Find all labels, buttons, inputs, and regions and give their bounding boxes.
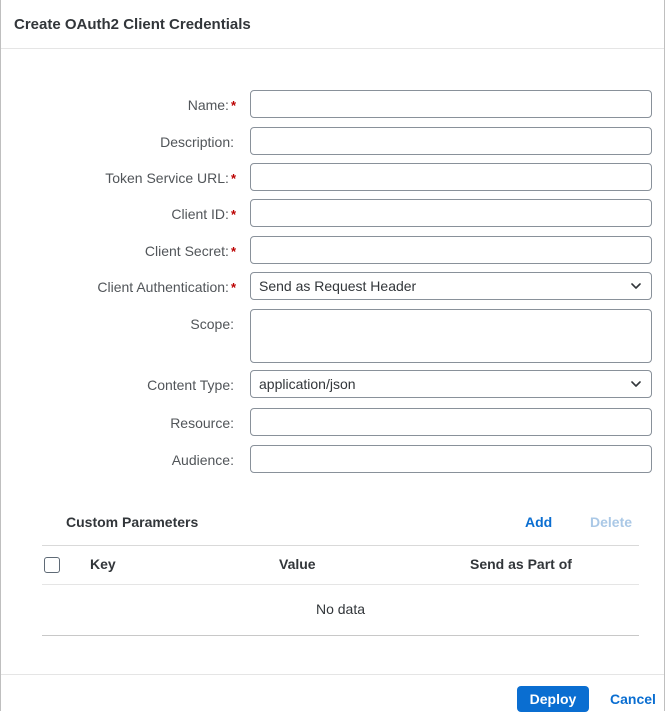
table-header: Key Value Send as Part of [42, 545, 639, 585]
table-empty-message: No data [42, 583, 639, 636]
client-id-field[interactable] [250, 199, 652, 227]
client-authentication-select[interactable]: Send as Request Header [250, 272, 652, 300]
client-secret-row: Client Secret: * [1, 236, 664, 266]
dialog-footer: Deploy Cancel [1, 674, 664, 712]
add-parameter-button[interactable]: Add [525, 514, 552, 530]
resource-field[interactable] [250, 408, 652, 436]
token-service-url-label: Token Service URL: * [105, 170, 236, 186]
deploy-button[interactable]: Deploy [517, 686, 589, 712]
audience-field[interactable] [250, 445, 652, 473]
client-authentication-value: Send as Request Header [259, 278, 417, 294]
delete-parameter-button[interactable]: Delete [590, 514, 632, 530]
name-row: Name: * [1, 90, 664, 120]
content-type-row: Content Type: application/json [1, 370, 664, 400]
required-marker: * [230, 206, 236, 222]
required-marker: * [230, 97, 236, 113]
required-marker: * [230, 279, 236, 295]
column-header-send-as-part-of: Send as Part of [470, 556, 572, 572]
dialog-header: Create OAuth2 Client Credentials [1, 0, 664, 49]
content-type-value: application/json [259, 376, 356, 392]
resource-row: Resource: [1, 408, 664, 438]
client-secret-label: Client Secret: * [144, 243, 236, 259]
content-type-select[interactable]: application/json [250, 370, 652, 398]
description-field[interactable] [250, 127, 652, 155]
dialog-title: Create OAuth2 Client Credentials [14, 15, 251, 33]
chevron-down-icon [631, 381, 641, 387]
resource-label: Resource: [170, 415, 234, 431]
name-field[interactable] [250, 90, 652, 118]
cancel-button[interactable]: Cancel [601, 686, 665, 712]
audience-label: Audience: [171, 452, 234, 468]
token-service-url-field[interactable] [250, 163, 652, 191]
description-label: Description: [160, 134, 234, 150]
required-marker: * [230, 243, 236, 259]
client-secret-field[interactable] [250, 236, 652, 264]
required-marker: * [230, 170, 236, 186]
scope-field[interactable] [250, 309, 652, 363]
audience-row: Audience: [1, 445, 664, 475]
oauth2-dialog: Create OAuth2 Client Credentials Name: * … [0, 0, 665, 712]
scope-row: Scope: [1, 309, 664, 363]
content-type-label: Content Type: [147, 377, 234, 393]
client-authentication-row: Client Authentication: * Send as Request … [1, 272, 664, 302]
token-service-url-row: Token Service URL: * [1, 163, 664, 193]
custom-parameters-title: Custom Parameters [66, 514, 199, 530]
select-all-checkbox[interactable] [44, 557, 60, 573]
name-label: Name: * [187, 97, 236, 113]
client-authentication-label: Client Authentication: * [97, 279, 236, 295]
column-header-value: Value [279, 556, 316, 572]
client-id-row: Client ID: * [1, 199, 664, 229]
description-row: Description: [1, 127, 664, 157]
scope-label: Scope: [190, 316, 234, 332]
column-header-key: Key [90, 556, 116, 572]
chevron-down-icon [631, 283, 641, 289]
client-id-label: Client ID: * [171, 206, 236, 222]
